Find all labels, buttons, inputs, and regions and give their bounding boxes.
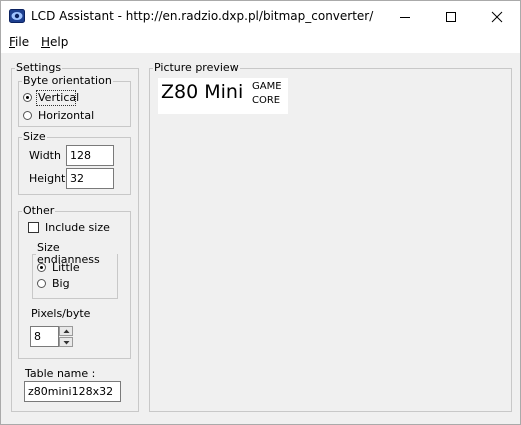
menu-file[interactable]: File: [9, 35, 29, 49]
pixels-per-byte-input[interactable]: 8: [30, 326, 59, 347]
lcd-assistant-app-icon[interactable]: [9, 8, 25, 24]
close-icon: [491, 11, 503, 23]
pixels-per-byte-spinner: [59, 326, 73, 347]
app-window: LCD Assistant - http://en.radzio.dxp.pl/…: [0, 0, 521, 425]
menu-help-mnemonic: H: [41, 35, 51, 49]
other-legend: Other: [23, 204, 55, 217]
height-label: Height: [29, 172, 66, 185]
pixels-per-byte-label: Pixels/byte: [31, 307, 91, 320]
include-size-checkbox[interactable]: [28, 222, 39, 233]
horizontal-label[interactable]: Horizontal: [38, 109, 94, 122]
big-label[interactable]: Big: [52, 277, 70, 290]
spin-down-button[interactable]: [59, 337, 73, 347]
size-legend: Size: [23, 130, 46, 143]
menu-file-label: ile: [15, 35, 30, 49]
include-size-label[interactable]: Include size: [45, 221, 110, 234]
close-button[interactable]: [474, 1, 520, 31]
table-name-label: Table name :: [25, 367, 96, 380]
horizontal-radio[interactable]: [23, 111, 32, 120]
menu-help[interactable]: Help: [41, 35, 68, 49]
preview-bitmap: Z80 Mini GAME CORE: [158, 78, 288, 114]
big-radio[interactable]: [37, 279, 46, 288]
settings-legend: Settings: [16, 61, 62, 74]
preview-main-text: Z80 Mini: [161, 81, 244, 103]
height-input[interactable]: 32: [66, 168, 114, 189]
minimize-icon: [400, 17, 410, 18]
little-label[interactable]: Little: [52, 261, 80, 274]
byte-orientation-legend: Byte orientation: [23, 74, 112, 87]
picture-preview-group: Picture preview: [149, 62, 512, 412]
title-bar[interactable]: LCD Assistant - http://en.radzio.dxp.pl/…: [1, 1, 520, 31]
vertical-radio[interactable]: [23, 93, 32, 102]
table-name-input[interactable]: z80mini128x32: [24, 381, 121, 402]
picture-preview-legend: Picture preview: [154, 61, 239, 74]
spin-up-button[interactable]: [59, 326, 73, 336]
maximize-button[interactable]: [428, 1, 474, 31]
vertical-label[interactable]: Vertical: [38, 91, 79, 104]
maximize-icon: [446, 12, 456, 22]
preview-sub-text-1: GAME: [252, 81, 282, 92]
width-label: Width: [29, 149, 61, 162]
spin-down-icon: [63, 341, 70, 345]
minimize-button[interactable]: [382, 1, 428, 31]
spin-up-icon: [63, 329, 70, 333]
preview-sub-text-2: CORE: [252, 95, 281, 106]
width-input[interactable]: 128: [66, 145, 114, 166]
little-radio[interactable]: [37, 263, 46, 272]
window-title: LCD Assistant - http://en.radzio.dxp.pl/…: [31, 9, 374, 23]
menu-help-label: elp: [50, 35, 69, 49]
menu-bar: File Help: [1, 31, 520, 53]
